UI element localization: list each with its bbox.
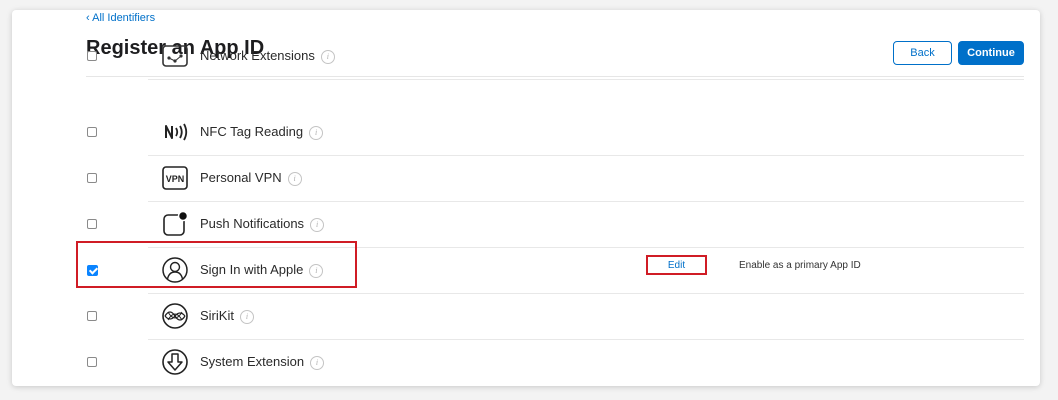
capability-label: Push Notifications i: [200, 216, 325, 232]
info-icon[interactable]: i: [239, 309, 254, 324]
primary-app-id-note: Enable as a primary App ID: [739, 260, 861, 271]
capability-label: System Extension i: [200, 354, 325, 370]
breadcrumb-all-identifiers[interactable]: ‹ All Identifiers: [86, 12, 155, 24]
svg-text:VPN: VPN: [166, 174, 185, 184]
capability-label: Personal VPN i: [200, 170, 302, 186]
capability-row-sign-in-with-apple: Sign In with Apple i Edit Enable as a pri…: [12, 248, 1040, 294]
capability-label: SiriKit i: [200, 308, 254, 324]
info-icon[interactable]: i: [287, 171, 302, 186]
system-extension-checkbox[interactable]: [87, 357, 97, 367]
info-icon[interactable]: i: [309, 263, 324, 278]
vpn-icon: VPN: [161, 164, 189, 192]
push-notifications-icon: [161, 210, 189, 238]
system-extension-icon: [161, 348, 189, 376]
sign-in-with-apple-icon: [161, 256, 189, 284]
network-extensions-icon: [161, 42, 189, 70]
capability-row-network-extensions: Network Extensions i: [12, 34, 1040, 80]
nfc-tag-reading-checkbox[interactable]: [87, 127, 97, 137]
capability-row-push-notifications: Push Notifications i: [12, 202, 1040, 248]
info-icon[interactable]: i: [309, 125, 324, 140]
capability-row-nfc-tag-reading: NFC Tag Reading i: [12, 110, 1040, 156]
network-extensions-checkbox[interactable]: [87, 51, 97, 61]
push-notifications-checkbox[interactable]: [87, 219, 97, 229]
header-divider: [86, 76, 1024, 77]
capability-row-sirikit: SiriKit i: [12, 294, 1040, 340]
row-divider: [148, 79, 1024, 80]
nfc-icon: [161, 118, 189, 146]
register-app-id-card: ‹ All Identifiers Register an App ID Bac…: [12, 10, 1040, 386]
personal-vpn-checkbox[interactable]: [87, 173, 97, 183]
info-icon[interactable]: i: [310, 217, 325, 232]
info-icon[interactable]: i: [310, 355, 325, 370]
sign-in-with-apple-edit-button[interactable]: Edit: [646, 255, 707, 275]
capability-label: Sign In with Apple i: [200, 262, 324, 278]
info-icon[interactable]: i: [320, 49, 335, 64]
sirikit-icon: [161, 302, 189, 330]
capability-row-personal-vpn: VPN Personal VPN i: [12, 156, 1040, 202]
sirikit-checkbox[interactable]: [87, 311, 97, 321]
capability-row-system-extension: System Extension i: [12, 340, 1040, 386]
capability-label: Network Extensions i: [200, 48, 335, 64]
capability-label: NFC Tag Reading i: [200, 124, 324, 140]
sign-in-with-apple-checkbox[interactable]: [87, 265, 98, 276]
